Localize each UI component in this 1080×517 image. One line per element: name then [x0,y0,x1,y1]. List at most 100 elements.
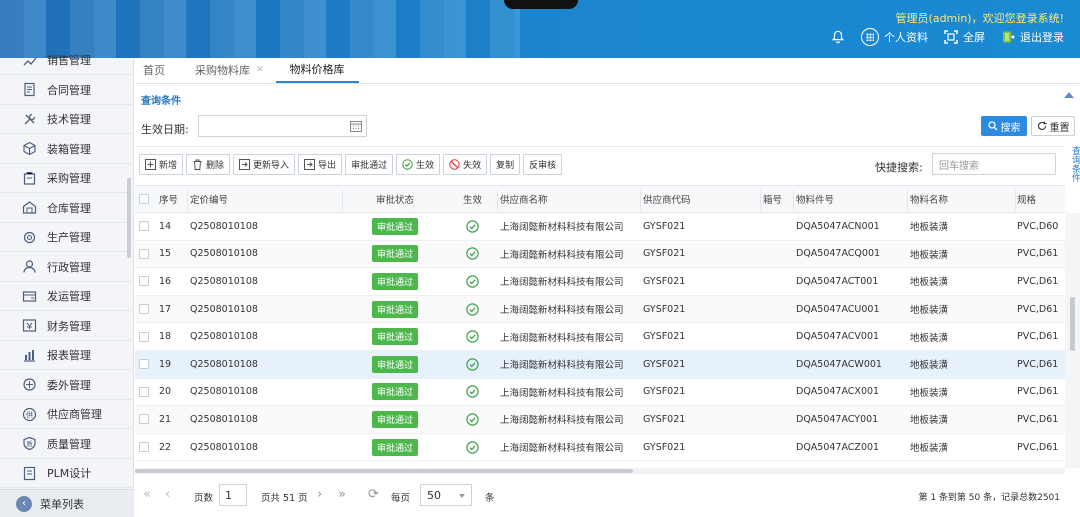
table-row[interactable]: 17 Q2508010108 审批通过 上海阔懿新材料科技有限公司 GYSF021 DQA… [135,295,1065,324]
sidebar-item[interactable]: 财务管理 [0,312,134,341]
cell-text: 19 [159,358,172,370]
sidebar-item[interactable]: 仓库管理 [0,194,134,223]
sidebar-item[interactable]: 销售管理 [0,46,134,75]
cell-text: 16 [159,275,172,287]
sidebar-item[interactable]: 委外管理 [0,371,134,400]
fullscreen-button[interactable]: 全屏 [944,29,985,45]
last-page-icon[interactable]: » [338,487,346,502]
reset-button[interactable]: 重置 [1031,116,1075,136]
column-header-label: 定价编号 [190,195,229,206]
search-button[interactable]: 搜索 [981,116,1027,136]
calendar-icon[interactable] [350,120,362,132]
delete-button[interactable]: 删除 [186,154,231,175]
tab-purchase-materials[interactable]: 采购物料库 ✕ [187,57,272,83]
profile-button[interactable]: 个人资料 [861,28,928,46]
table-horizontal-scrollbar[interactable] [135,468,1065,474]
sidebar-item[interactable]: 发运管理 [0,282,134,311]
column-header[interactable]: 审批状态 [345,186,445,212]
tab-material-price[interactable]: 物料价格库 [275,57,359,83]
query-side-tag[interactable]: 查询条件 [1068,146,1080,182]
activate-button[interactable]: 生效 [396,154,441,175]
deactivate-button[interactable]: 失效 [443,154,488,175]
status-badge: 审批通过 [371,300,418,318]
column-header[interactable]: 序号 [159,186,190,212]
sidebar-item[interactable]: 技术管理 [0,105,134,134]
table-row[interactable]: 16 Q2508010108 审批通过 上海阔懿新材料科技有限公司 GYSF021 DQA… [135,268,1065,296]
row-checkbox[interactable] [139,351,149,378]
table-row[interactable]: 15 Q2508010108 审批通过 上海阔懿新材料科技有限公司 GYSF021 DQA… [135,240,1065,269]
sidebar-item[interactable]: PLM设计 [0,459,134,488]
notification-button[interactable] [831,30,845,44]
next-page-icon[interactable]: › [317,487,322,502]
quick-search-input[interactable]: 回车搜索 [932,153,1056,175]
export-button[interactable]: 导出 [298,154,343,175]
copy-button[interactable]: 复制 [490,154,521,175]
sidebar-item[interactable]: 采购管理 [0,164,134,193]
column-header[interactable]: 供应商名称 [500,186,643,212]
cell-no: 19 [159,351,190,378]
approval-status-cell: 审批通过 [345,379,445,406]
column-header[interactable]: 物料名称 [910,186,1017,212]
effective-date-input[interactable] [198,115,367,137]
row-checkbox[interactable] [139,296,149,323]
column-header[interactable]: 规格 [1017,186,1065,212]
sidebar-item-label: 仓库管理 [47,201,91,215]
logout-button[interactable]: 退出登录 [1001,29,1064,45]
sidebar-item[interactable]: 行政管理 [0,253,134,282]
row-checkbox[interactable] [139,268,149,295]
table-row[interactable]: 14 Q2508010108 审批通过 上海阔懿新材料科技有限公司 GYSF021 DQA… [135,213,1065,241]
collapse-up-icon[interactable] [1064,92,1074,98]
sidebar-item[interactable]: 质 质量管理 [0,430,134,459]
table-row[interactable]: 22 Q2508010108 审批通过 上海阔懿新材料科技有限公司 GYSF021 DQA… [135,433,1065,462]
column-header-label: 审批状态 [375,195,414,206]
per-page-select[interactable]: 50 [420,484,472,506]
row-checkbox[interactable] [139,323,149,350]
query-section-title: 查询条件 [141,96,181,107]
update-import-button[interactable]: 更新导入 [233,154,296,175]
column-header[interactable]: 供应商代码 [643,186,763,212]
cell-supplier-code: GYSF021 [643,434,763,461]
column-header-label: 供应商名称 [500,195,548,206]
column-header[interactable]: 箱号 [763,186,796,212]
row-checkbox[interactable] [139,213,149,240]
sidebar-item[interactable]: 合同管理 [0,76,134,105]
sidebar-item[interactable]: 报表管理 [0,341,134,370]
add-button[interactable]: 新增 [139,154,184,175]
row-checkbox[interactable] [139,434,149,461]
sidebar-scrollbar[interactable] [127,178,131,258]
page-number-input[interactable]: 1 [219,484,247,506]
scroll-thumb[interactable] [1070,297,1075,351]
approval-status-cell: 审批通过 [345,323,445,350]
select-all-checkbox[interactable] [139,186,149,212]
close-icon[interactable]: ✕ [256,65,264,75]
toolbar-button-label: 复制 [496,161,515,171]
unapprove-button[interactable]: 反审核 [523,154,563,175]
table-row[interactable]: 19 Q2508010108 审批通过 上海阔懿新材料科技有限公司 GYSF021 DQA… [135,351,1065,379]
row-checkbox[interactable] [139,406,149,433]
cell-supplier: 上海阔懿新材料科技有限公司 [500,213,643,240]
table-row[interactable]: 21 Q2508010108 审批通过 上海阔懿新材料科技有限公司 GYSF021 DQA… [135,406,1065,434]
sidebar-item[interactable]: 装箱管理 [0,135,134,164]
cell-text: 22 [159,441,172,453]
tab-home[interactable]: 首页 [135,57,173,83]
table-row[interactable]: 20 Q2508010108 审批通过 上海阔懿新材料科技有限公司 GYSF021 DQA… [135,378,1065,407]
column-header[interactable]: 物料件号 [796,186,910,212]
column-header[interactable]: 生效 [445,186,500,212]
per-page-label: 每页 [391,493,411,504]
scroll-thumb[interactable] [135,469,633,473]
sidebar-item[interactable]: 生产管理 [0,223,134,252]
sidebar-item[interactable]: 供 供应商管理 [0,400,134,429]
column-header[interactable]: 定价编号 [190,186,345,212]
approve-button[interactable]: 审批通过 [345,154,394,175]
first-page-icon[interactable]: « [143,487,151,502]
row-checkbox[interactable] [139,379,149,406]
menu-list-toggle[interactable]: ‹ 菜单列表 [0,489,134,517]
cell-supplier: 上海阔懿新材料科技有限公司 [500,241,643,268]
sidebar-item-label: 生产管理 [47,231,91,244]
table-row[interactable]: 18 Q2508010108 审批通过 上海阔懿新材料科技有限公司 GYSF021 DQA… [135,323,1065,351]
row-checkbox[interactable] [139,241,149,268]
refresh-icon[interactable]: ⟳ [368,487,379,502]
profile-label: 个人资料 [884,31,928,44]
table-vertical-scrollbar[interactable] [1065,213,1080,468]
prev-page-icon[interactable]: ‹ [165,487,170,502]
